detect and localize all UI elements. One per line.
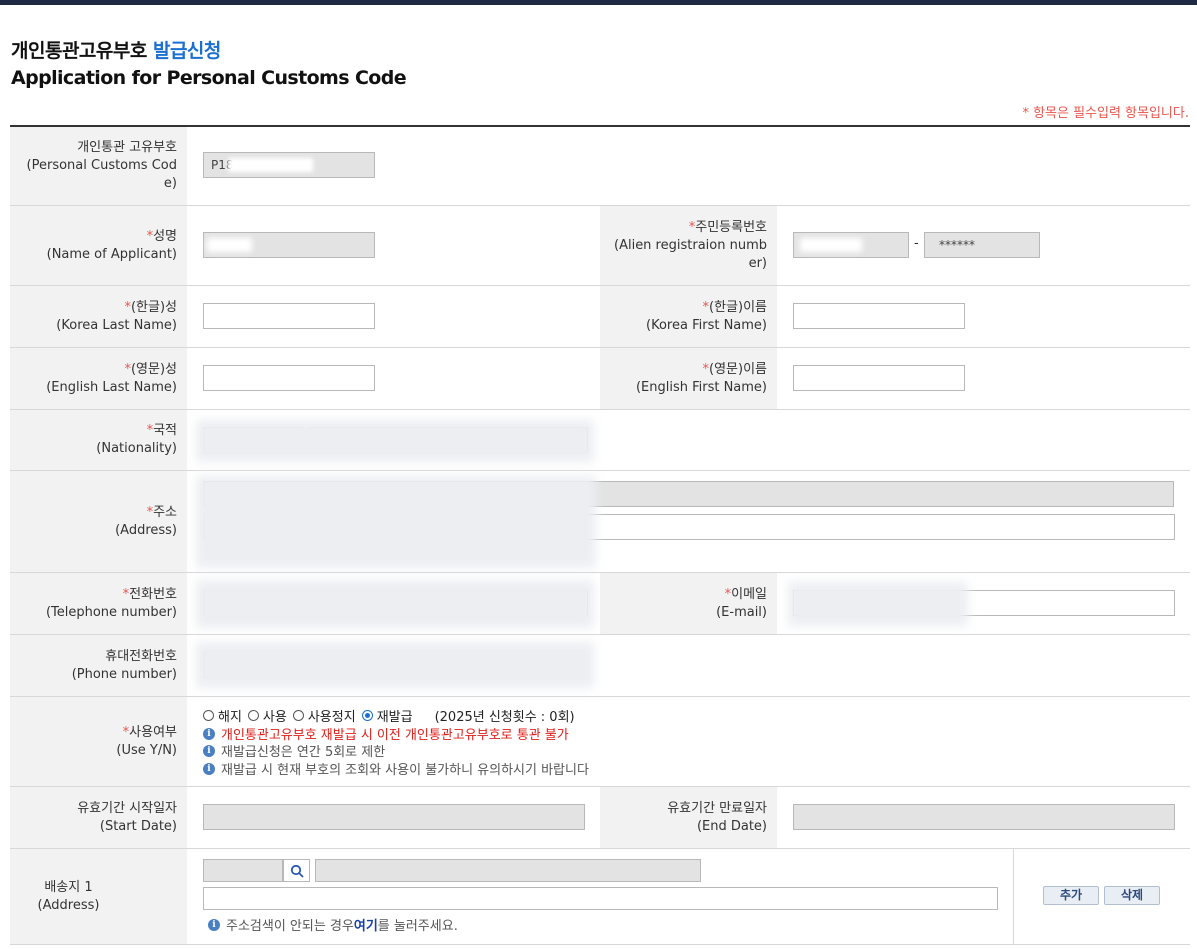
redaction [196, 580, 594, 628]
redaction [196, 420, 594, 462]
radio-circle[interactable] [247, 710, 259, 721]
label-email: *이메일 (E-mail) [600, 573, 777, 634]
label-nationality: *국적 (Nationality) [10, 410, 187, 470]
page-title-en: Application for Personal Customs Code [11, 67, 407, 89]
redaction [800, 238, 862, 252]
info-icon: i [208, 918, 220, 931]
radio-suspend[interactable]: 사용정지 [292, 706, 356, 725]
redaction [207, 238, 252, 252]
info-icon: i [203, 727, 215, 740]
add-address-button[interactable]: 추가 [1043, 886, 1099, 905]
label-use-yn: *사용여부 (Use Y/N) [10, 697, 187, 786]
label-address: *주소 (Address) [10, 471, 187, 572]
row-divider [10, 944, 1190, 945]
notice-row: i 재발급 시 현재 부호의 조회와 사용이 불가하니 유의하시기 바랍니다 [203, 759, 589, 778]
radio-circle[interactable] [292, 710, 304, 721]
column-divider [1013, 849, 1014, 944]
korea-first-name-input[interactable] [793, 303, 965, 329]
start-date-field [203, 804, 585, 830]
notice-row: i 재발급신청은 연간 5회로 제한 [203, 741, 385, 760]
info-icon: i [203, 762, 215, 775]
redaction [788, 582, 968, 626]
alien-reg-separator: - [914, 236, 919, 251]
delivery-address2-input[interactable] [203, 887, 998, 910]
alien-reg-back-field: ****** [924, 232, 1040, 258]
label-delivery: 배송지 1 (Address) [10, 849, 187, 944]
label-start-date: 유효기간 시작일자 (Start Date) [10, 787, 187, 848]
row-divider [10, 696, 1190, 697]
end-date-field [793, 804, 1175, 830]
row-divider [10, 634, 1190, 635]
manual-address-link[interactable]: 여기 [354, 915, 378, 934]
info-icon: i [203, 744, 215, 757]
label-alien-reg: *주민등록번호 (Alien registraion numb er) [600, 206, 777, 285]
request-count: (2025년 신청횟수 : 0회) [434, 710, 575, 725]
radio-use[interactable]: 사용 [247, 706, 287, 725]
label-english-first: *(영문)이름 (English First Name) [600, 348, 777, 409]
delivery-hint: i 주소검색이 안되는 경우 여기 를 눌러주세요. [208, 915, 458, 934]
label-english-last: *(영문)성 (English Last Name) [10, 348, 187, 409]
label-telephone: *전화번호 (Telephone number) [10, 573, 187, 634]
table-top-border [10, 125, 1190, 127]
row-divider [10, 470, 1190, 471]
radio-reissue[interactable]: 재발급 [361, 706, 413, 725]
redaction [228, 158, 313, 172]
label-name: *성명 (Name of Applicant) [10, 206, 187, 285]
delete-address-button[interactable]: 삭제 [1104, 886, 1160, 905]
label-mobile: 휴대전화번호 (Phone number) [10, 635, 187, 696]
english-last-name-input[interactable] [203, 365, 375, 391]
top-bar [0, 0, 1197, 5]
english-first-name-input[interactable] [793, 365, 965, 391]
delivery-address1-field [315, 859, 701, 882]
row-divider [10, 409, 1190, 410]
label-end-date: 유효기간 만료일자 (End Date) [600, 787, 777, 848]
required-note: * 항목은 필수입력 항목입니다. [1022, 106, 1189, 121]
use-yn-radio-group: 해지 사용 사용정지 재발급 (2025년 신청횟수 : 0회) [203, 706, 575, 725]
postcode-field [203, 859, 283, 882]
label-korea-last: *(한글)성 (Korea Last Name) [10, 286, 187, 347]
radio-circle-selected[interactable] [361, 710, 373, 721]
redaction [196, 476, 596, 568]
label-customs-code: 개인통관 고유부호 (Personal Customs Cod e) [10, 127, 187, 205]
page-title-ko: 개인통관고유부호 발급신청 [11, 40, 221, 62]
label-korea-first: *(한글)이름 (Korea First Name) [600, 286, 777, 347]
redaction [196, 642, 594, 688]
radio-circle[interactable] [203, 710, 214, 721]
search-icon [290, 864, 303, 877]
address-search-button[interactable] [283, 859, 310, 882]
radio-terminate[interactable]: 해지 [203, 706, 242, 725]
korea-last-name-input[interactable] [203, 303, 375, 329]
